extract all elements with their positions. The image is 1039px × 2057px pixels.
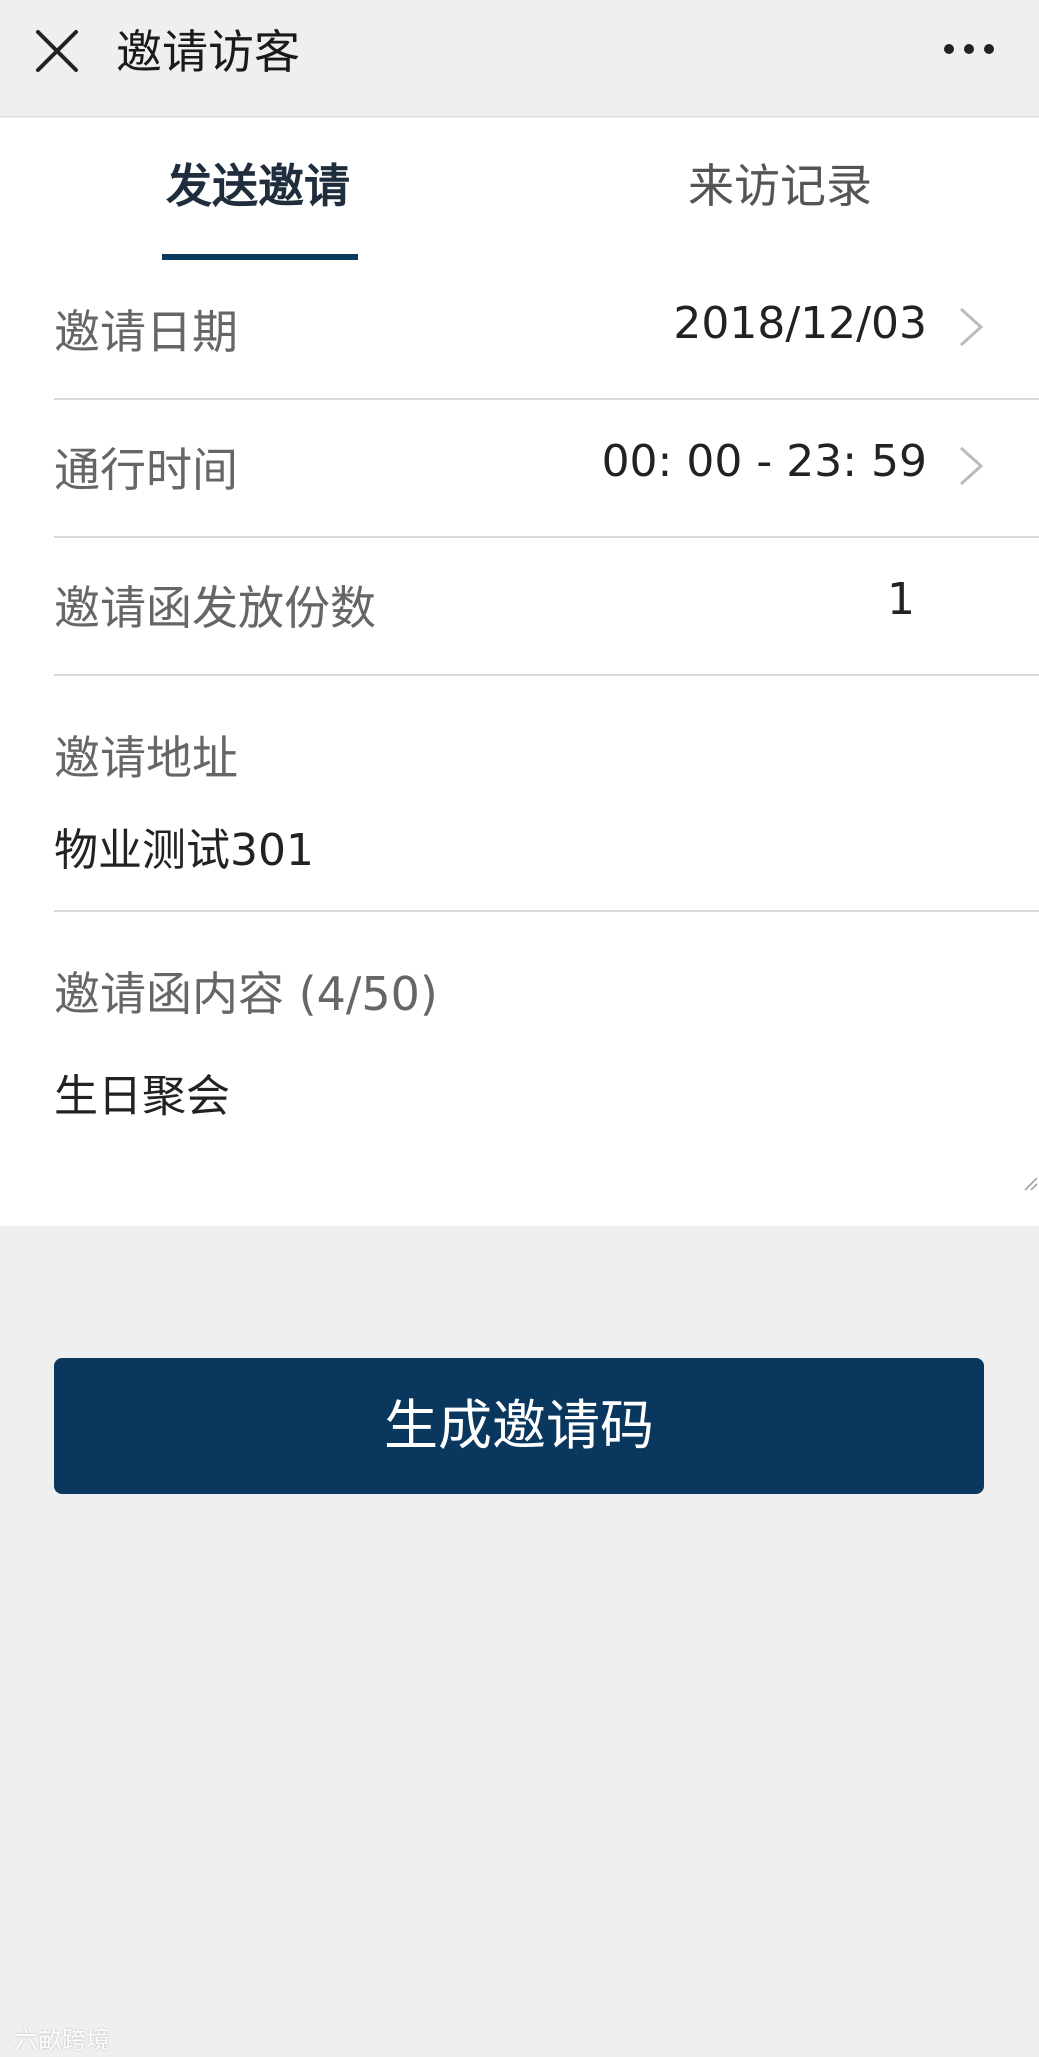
invitation-content-label: 邀请函内容 (4/50) [54,967,438,1021]
resize-handle-icon[interactable] [1023,1176,1039,1192]
invitation-count-label: 邀请函发放份数 [54,581,376,635]
invite-address-row: 邀请地址 物业测试301 [54,676,1039,910]
invite-date-label: 邀请日期 [54,305,238,359]
tab-send-invitation[interactable]: 发送邀请 [158,118,358,260]
invitation-count-value[interactable]: 1 [887,574,915,625]
title-bar: 邀请访客 [0,0,1039,117]
access-time-row[interactable]: 通行时间 00: 00 - 23: 59 [54,400,1039,536]
chevron-right-icon [959,307,984,347]
tab-bar: 发送邀请 来访记录 [0,118,1039,260]
more-dots-icon[interactable] [939,34,999,64]
invitation-content-text[interactable]: 生日聚会 [54,1060,230,1124]
watermark: 六畝跨境 [14,2026,110,2054]
invitation-form: 邀请日期 2018/12/03 通行时间 00: 00 - 23: 59 邀请函… [0,260,1039,1226]
chevron-right-icon [959,446,984,486]
invite-date-value: 2018/12/03 [673,298,927,349]
access-time-label: 通行时间 [54,443,238,497]
close-icon[interactable] [32,26,84,78]
tab-visit-records[interactable]: 来访记录 [680,118,880,260]
invite-date-row[interactable]: 邀请日期 2018/12/03 [54,260,1039,398]
invite-address-value: 物业测试301 [54,825,314,876]
invite-address-label: 邀请地址 [54,731,238,785]
generate-invite-code-button[interactable]: 生成邀请码 [54,1358,984,1494]
access-time-value: 00: 00 - 23: 59 [601,436,927,487]
invitation-content-field[interactable]: 邀请函内容 (4/50) 生日聚会 [54,912,1039,1226]
invitation-count-row[interactable]: 邀请函发放份数 1 [54,538,1039,674]
page-title: 邀请访客 [116,25,300,79]
